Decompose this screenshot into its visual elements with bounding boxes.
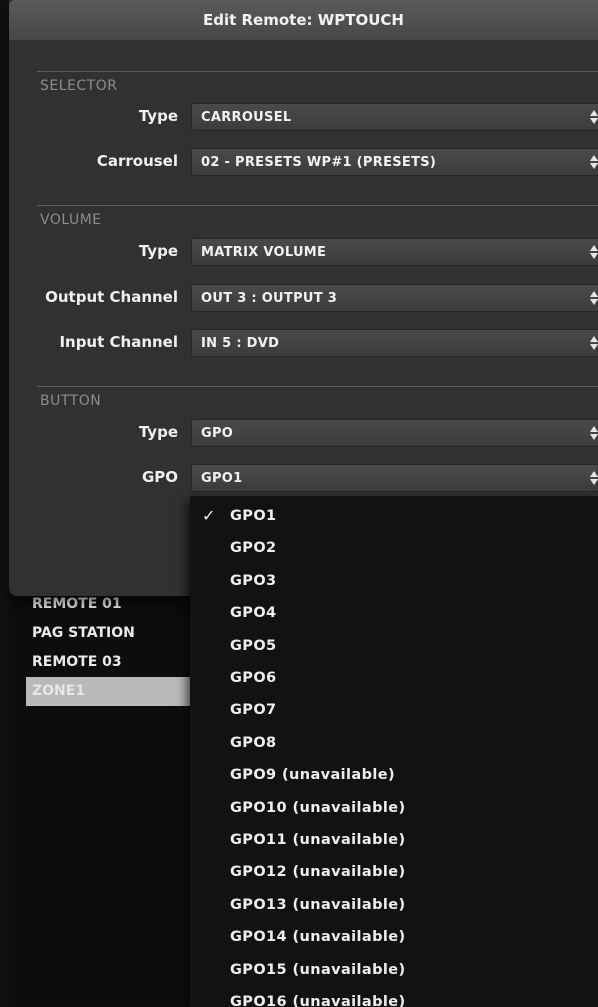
left-edge (0, 0, 9, 1007)
menu-item-label: GPO15 (unavailable) (230, 961, 406, 978)
menu-item[interactable]: GPO10 (unavailable) (190, 792, 598, 824)
menu-item[interactable]: GPO5 (190, 630, 598, 662)
selector-type-label: Type (138, 107, 178, 125)
output-channel-value: OUT 3 : OUTPUT 3 (201, 291, 338, 306)
updown-arrows-icon (590, 425, 598, 441)
updown-arrows-icon (590, 470, 598, 486)
list-item-selected[interactable]: ZONE1 (26, 677, 196, 706)
updown-arrows-icon (590, 290, 598, 306)
list-item[interactable]: REMOTE 03 (26, 648, 196, 677)
volume-type-select[interactable]: MATRIX VOLUME (191, 238, 598, 266)
menu-item-label: GPO3 (230, 572, 277, 589)
menu-item[interactable]: GPO14 (unavailable) (190, 921, 598, 953)
menu-item-label: GPO1 (230, 508, 277, 524)
menu-item[interactable]: GPO16 (unavailable) (190, 986, 598, 1007)
divider (37, 205, 598, 206)
menu-item[interactable]: GPO8 (190, 727, 598, 759)
input-channel-label: Input Channel (59, 333, 178, 351)
volume-type-label: Type (138, 242, 178, 260)
output-channel-label: Output Channel (45, 288, 178, 306)
selector-type-value: CARROUSEL (201, 110, 292, 125)
menu-item-label: GPO5 (230, 637, 277, 654)
menu-item[interactable]: GPO11 (unavailable) (190, 824, 598, 856)
divider (37, 71, 598, 72)
button-type-label: Type (138, 423, 178, 441)
carrousel-value: 02 - PRESETS WP#1 (PRESETS) (201, 155, 437, 170)
updown-arrows-icon (590, 154, 598, 170)
menu-item[interactable]: GPO6 (190, 662, 598, 694)
menu-item[interactable]: ✓ GPO1 (190, 500, 598, 532)
menu-item[interactable]: GPO3 (190, 565, 598, 597)
menu-item[interactable]: GPO13 (unavailable) (190, 889, 598, 921)
gpo-label: GPO (141, 468, 178, 486)
gpo-dropdown-menu: ✓ GPO1 GPO2 GPO3 GPO4 GPO5 GPO6 GPO7 GPO8 GPO9 (u… (190, 496, 598, 1007)
volume-type-value: MATRIX VOLUME (201, 245, 327, 260)
updown-arrows-icon (590, 335, 598, 351)
screen: REMOTE 01 PAG STATION REMOTE 03 ZONE1 Ed… (0, 0, 598, 1007)
gpo-select[interactable]: GPO1 (191, 464, 598, 492)
dialog-title: Edit Remote: WPTOUCH (9, 0, 598, 40)
menu-item-label: GPO2 (230, 540, 277, 557)
menu-item-label: GPO10 (unavailable) (230, 799, 406, 816)
menu-item-label: GPO16 (unavailable) (230, 994, 406, 1007)
menu-item-label: GPO6 (230, 670, 277, 686)
menu-item-label: GPO8 (230, 734, 277, 751)
menu-item[interactable]: GPO4 (190, 597, 598, 629)
menu-item-label: GPO9 (unavailable) (230, 767, 396, 784)
menu-item[interactable]: GPO7 (190, 694, 598, 726)
list-item[interactable]: PAG STATION (26, 619, 196, 648)
checkmark-icon: ✓ (202, 506, 216, 525)
menu-item[interactable]: GPO12 (unavailable) (190, 856, 598, 888)
menu-item-label: GPO7 (230, 702, 277, 719)
input-channel-select[interactable]: IN 5 : DVD (191, 329, 598, 357)
menu-item-label: GPO11 (unavailable) (230, 832, 406, 848)
remote-list: REMOTE 01 PAG STATION REMOTE 03 ZONE1 (26, 590, 196, 706)
menu-item-label: GPO13 (unavailable) (230, 896, 406, 913)
section-heading-volume: VOLUME (40, 212, 102, 228)
output-channel-select[interactable]: OUT 3 : OUTPUT 3 (191, 284, 598, 312)
section-heading-button: BUTTON (40, 393, 102, 409)
gpo-value: GPO1 (201, 471, 243, 486)
menu-item-label: GPO4 (230, 605, 277, 622)
input-channel-value: IN 5 : DVD (201, 336, 280, 351)
button-type-select[interactable]: GPO (191, 419, 598, 447)
section-heading-selector: SELECTOR (40, 78, 118, 94)
updown-arrows-icon (590, 109, 598, 125)
divider (37, 386, 598, 387)
menu-item-label: GPO14 (unavailable) (230, 929, 406, 946)
button-type-value: GPO (201, 426, 234, 441)
menu-item[interactable]: GPO9 (unavailable) (190, 759, 598, 791)
carrousel-select[interactable]: 02 - PRESETS WP#1 (PRESETS) (191, 148, 598, 176)
carrousel-label: Carrousel (96, 152, 178, 170)
menu-item[interactable]: GPO2 (190, 532, 598, 564)
menu-item[interactable]: GPO15 (unavailable) (190, 954, 598, 986)
menu-item-label: GPO12 (unavailable) (230, 864, 406, 881)
selector-type-select[interactable]: CARROUSEL (191, 103, 598, 131)
updown-arrows-icon (590, 244, 598, 260)
